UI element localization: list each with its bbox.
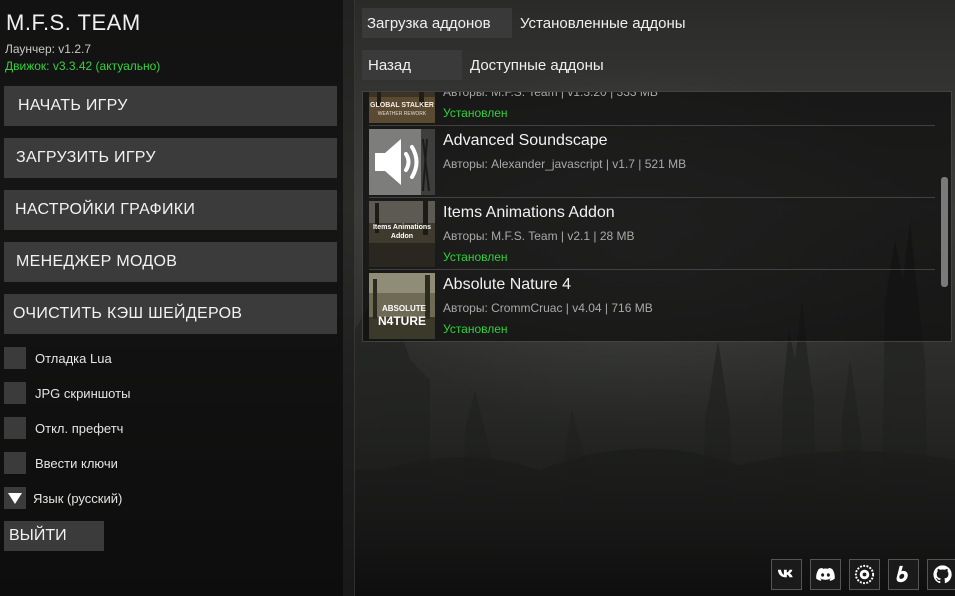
thumb-title-line2: WEATHER REWORK [378, 111, 427, 117]
thumb-title-line1: ABSOLUTE [382, 304, 427, 313]
jpg-screenshots-label: JPG скриншоты [35, 385, 131, 401]
addon-meta: Авторы: Alexander_javascript | v1.7 | 52… [443, 157, 687, 171]
tab-installed-addons[interactable]: Установленные аддоны [520, 15, 686, 32]
engine-version: Движок: v3.3.42 (актуально) [5, 59, 161, 73]
app-title: M.F.S. TEAM [6, 10, 141, 35]
thumb-title-line1: Items Animations [373, 224, 431, 231]
addon-name: Advanced Soundscape [443, 132, 608, 149]
discord-icon[interactable] [810, 559, 841, 590]
addon-thumbnail: ABSOLUTE N4TURE [369, 273, 435, 339]
disable-prefetch-checkbox[interactable] [4, 417, 26, 439]
addon-name: Items Animations Addon [443, 204, 615, 221]
addon-item-absolute-nature[interactable]: ABSOLUTE N4TURE Absolute Nature 4 Авторы… [369, 270, 935, 341]
addon-item-global-stalker[interactable]: GLOBAL STALKER WEATHER REWORK Авторы: M.… [369, 91, 935, 126]
panel-divider [343, 0, 355, 596]
addon-thumbnail [369, 129, 435, 195]
thumb-title-line1: GLOBAL STALKER [370, 102, 434, 109]
dropdown-arrow-icon[interactable] [4, 487, 26, 509]
thumb-title-line2: Addon [391, 233, 413, 240]
addon-item-advanced-soundscape[interactable]: Advanced Soundscape Авторы: Alexander_ja… [369, 126, 935, 198]
enter-keys-checkbox[interactable] [4, 452, 26, 474]
thumb-title-line2: N4TURE [378, 314, 426, 328]
launcher-version: Лаунчер: v1.2.7 [5, 42, 91, 56]
vk-icon[interactable] [771, 559, 802, 590]
mod-manager-button[interactable]: МЕНЕДЖЕР МОДОВ [4, 242, 337, 282]
addon-list-scrollbar[interactable] [941, 177, 948, 287]
language-selector[interactable]: Язык (русский) [4, 487, 122, 509]
addon-name: Absolute Nature 4 [443, 276, 572, 293]
addon-item-items-animations[interactable]: Items Animations Addon Items Animations … [369, 198, 935, 270]
addon-meta: Авторы: CrommCruac | v4.04 | 716 MB [443, 301, 653, 315]
moddb-icon[interactable] [849, 559, 880, 590]
enter-keys-option: Ввести ключи [4, 452, 118, 474]
jpg-screenshots-checkbox[interactable] [4, 382, 26, 404]
boosty-icon[interactable] [888, 559, 919, 590]
addon-thumbnail: GLOBAL STALKER WEATHER REWORK [369, 92, 435, 123]
enter-keys-label: Ввести ключи [35, 455, 118, 471]
addon-status: Установлен [443, 250, 508, 264]
download-addons-button[interactable]: Загрузка аддонов [362, 8, 512, 38]
disable-prefetch-label: Откл. префетч [35, 420, 124, 436]
start-game-button[interactable]: НАЧАТЬ ИГРУ [4, 86, 337, 126]
tab-available-addons[interactable]: Доступные аддоны [470, 57, 604, 74]
addon-meta: Авторы: M.F.S. Team | v2.1 | 28 MB [443, 229, 635, 243]
back-button[interactable]: Назад [362, 50, 462, 80]
exit-button[interactable]: ВЫЙТИ [4, 521, 104, 551]
language-label: Язык (русский) [33, 490, 123, 506]
lua-debug-label: Отладка Lua [35, 350, 112, 366]
addon-status: Установлен [443, 322, 508, 336]
addon-meta: Авторы: M.F.S. Team | v1.3.20 | 333 MB [443, 91, 658, 99]
clear-shader-cache-button[interactable]: ОЧИСТИТЬ КЭШ ШЕЙДЕРОВ [4, 294, 337, 334]
load-game-button[interactable]: ЗАГРУЗИТЬ ИГРУ [4, 138, 337, 178]
addon-thumbnail: Items Animations Addon [369, 201, 435, 267]
addon-status: Установлен [443, 106, 508, 120]
lua-debug-checkbox[interactable] [4, 347, 26, 369]
disable-prefetch-option: Откл. префетч [4, 417, 123, 439]
lua-debug-option: Отладка Lua [4, 347, 112, 369]
github-icon[interactable] [927, 559, 955, 590]
graphics-settings-button[interactable]: НАСТРОЙКИ ГРАФИКИ [4, 190, 337, 230]
left-panel: M.F.S. TEAM Лаунчер: v1.2.7 Движок: v3.3… [0, 0, 343, 596]
jpg-screenshots-option: JPG скриншоты [4, 382, 130, 404]
addon-list[interactable]: GLOBAL STALKER WEATHER REWORK Авторы: M.… [362, 91, 952, 342]
